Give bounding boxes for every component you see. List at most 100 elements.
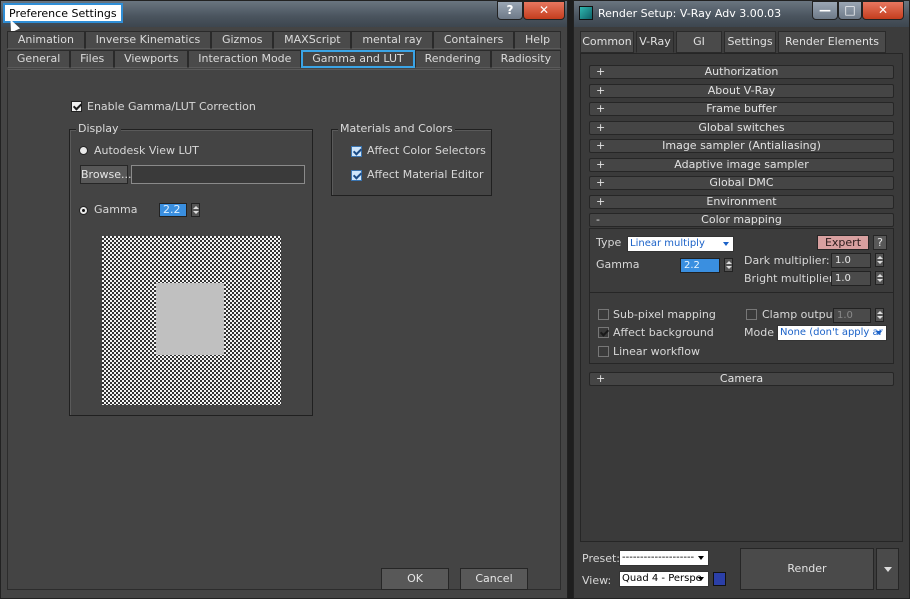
gamma-preview-swatch [156, 283, 224, 355]
lut-path-field[interactable] [131, 165, 305, 184]
rollout-frame-buffer[interactable]: + Frame buffer [589, 102, 894, 116]
dark-multiplier-spinner[interactable] [875, 253, 884, 267]
tab-radiosity[interactable]: Radiosity [490, 50, 562, 68]
view-label: View: [582, 574, 612, 587]
rollout-camera[interactable]: + Camera [589, 372, 894, 386]
render-dropdown-arrow-icon[interactable] [876, 548, 899, 590]
color-mapping-body: Type Linear multiply Expert ? Gamma 2.2 … [589, 228, 894, 364]
sub-pixel-checkbox[interactable] [598, 309, 609, 320]
rollout-environment[interactable]: + Environment [589, 194, 894, 209]
type-label: Type [596, 236, 622, 249]
cm-gamma-label: Gamma [596, 258, 640, 271]
display-group-label: Display [76, 122, 121, 135]
materials-colors-group: Materials and Colors Affect Color Select… [331, 122, 492, 196]
enable-gamma-label: Enable Gamma/LUT Correction [87, 100, 256, 113]
clamp-value[interactable]: 1.0 [833, 308, 871, 323]
render-tab-gi[interactable]: GI [676, 31, 722, 53]
dark-multiplier-value[interactable]: 1.0 [831, 253, 871, 268]
sub-pixel-label: Sub-pixel mapping [613, 308, 716, 321]
window-title: Preference Settings [3, 3, 123, 23]
title-bar[interactable]: Preference Settings ? ✕ [1, 1, 567, 27]
tab-row-2: General Files Viewports Interaction Mode Gam… [7, 50, 562, 68]
rollout-global-switches[interactable]: + Global switches [589, 120, 894, 135]
autodesk-lut-label: Autodesk View LUT [94, 144, 199, 157]
affect-color-selectors-label: Affect Color Selectors [367, 144, 486, 157]
bright-multiplier-label: Bright multiplier: [744, 272, 837, 285]
tab-help[interactable]: Help [514, 31, 561, 49]
affect-material-editor-checkbox[interactable] [351, 170, 362, 181]
enable-gamma-checkbox[interactable] [71, 101, 82, 112]
bright-multiplier-value[interactable]: 1.0 [831, 271, 871, 286]
render-window-title: Render Setup: V-Ray Adv 3.00.03 [598, 7, 782, 20]
tab-viewports[interactable]: Viewports [114, 50, 189, 68]
render-tabs: Common V-Ray GI Settings Render Elements [580, 31, 903, 53]
render-title-bar[interactable]: Render Setup: V-Ray Adv 3.00.03 — □ ✕ [574, 1, 909, 27]
rollout-image-sampler-antialiasing-[interactable]: + Image sampler (Antialiasing) [589, 139, 894, 153]
tab-gamma-and-lut[interactable]: Gamma and LUT [301, 50, 415, 68]
tab-containers[interactable]: Containers [433, 31, 515, 49]
minimize-button[interactable]: — [812, 1, 838, 20]
tab-files[interactable]: Files [70, 50, 115, 68]
browse-button[interactable]: Browse... [80, 165, 132, 184]
clamp-output-checkbox[interactable] [746, 309, 757, 320]
gamma-spinner[interactable] [191, 203, 200, 217]
affect-background-checkbox[interactable] [598, 327, 609, 338]
affect-color-selectors-checkbox[interactable] [351, 146, 362, 157]
help-button[interactable]: ? [497, 1, 523, 20]
tab-gizmos[interactable]: Gizmos [211, 31, 274, 49]
mode-dropdown[interactable]: None (don't apply ar [777, 325, 887, 341]
preference-settings-window: Preference Settings ? ✕ Animation Inverse… [0, 0, 568, 599]
tab-interaction-mode[interactable]: Interaction Mode [188, 50, 302, 68]
linear-workflow-label: Linear workflow [613, 345, 700, 358]
cancel-button[interactable]: Cancel [460, 568, 528, 590]
help-question-button[interactable]: ? [873, 235, 887, 250]
gamma-checker-preview [102, 236, 281, 405]
cm-gamma-value[interactable]: 2.2 [680, 258, 720, 273]
gamma-lut-panel: Enable Gamma/LUT Correction Display Auto… [7, 69, 561, 590]
close-button[interactable]: ✕ [523, 1, 565, 20]
preset-label: Preset: [582, 552, 621, 565]
gamma-value-field[interactable]: 2.2 [159, 203, 187, 217]
autodesk-lut-radio[interactable] [79, 146, 88, 155]
render-tab-settings[interactable]: Settings [724, 31, 776, 53]
bright-multiplier-spinner[interactable] [875, 271, 884, 285]
rollout-color-mapping[interactable]: - Color mapping [589, 213, 894, 227]
vray-panel: + Authorization + About V-Ray + Frame buffer +… [580, 53, 903, 542]
type-dropdown[interactable]: Linear multiply [627, 236, 734, 252]
gamma-label: Gamma [94, 203, 138, 216]
tab-animation[interactable]: Animation [7, 31, 85, 49]
tab-row-1: Animation Inverse Kinematics Gizmos MAXScri… [7, 31, 561, 49]
materials-colors-label: Materials and Colors [338, 122, 455, 135]
rollout-about-v-ray[interactable]: + About V-Ray [589, 83, 894, 98]
maximize-button[interactable]: □ [838, 1, 862, 20]
mode-label: Mode [744, 326, 774, 339]
tab-inverse-kinematics[interactable]: Inverse Kinematics [84, 31, 212, 49]
divider [590, 292, 893, 293]
preset-dropdown[interactable]: -------------------- [619, 550, 709, 566]
linear-workflow-checkbox[interactable] [598, 346, 609, 357]
render-button[interactable]: Render [740, 548, 874, 590]
render-tab-v-ray[interactable]: V-Ray [636, 31, 674, 53]
render-tab-render-elements[interactable]: Render Elements [778, 31, 886, 53]
dark-multiplier-label: Dark multiplier: [744, 254, 830, 267]
render-tab-common[interactable]: Common [580, 31, 634, 53]
rollout-global-dmc[interactable]: + Global DMC [589, 176, 894, 190]
clamp-spinner[interactable] [875, 308, 884, 322]
tab-rendering[interactable]: Rendering [414, 50, 491, 68]
affect-background-label: Affect background [613, 326, 714, 339]
gamma-radio[interactable] [79, 206, 88, 215]
affect-material-editor-label: Affect Material Editor [367, 168, 484, 181]
app-icon [579, 6, 593, 20]
render-close-button[interactable]: ✕ [862, 1, 904, 20]
view-dropdown[interactable]: Quad 4 - Perspe [619, 571, 709, 587]
render-setup-window: Render Setup: V-Ray Adv 3.00.03 — □ ✕ Co… [573, 0, 910, 599]
rollout-authorization[interactable]: + Authorization [589, 65, 894, 79]
tab-maxscript[interactable]: MAXScript [273, 31, 352, 49]
lock-icon[interactable] [713, 572, 726, 586]
expert-button[interactable]: Expert [817, 235, 869, 250]
rollout-adaptive-image-sampler[interactable]: + Adaptive image sampler [589, 157, 894, 172]
tab-general[interactable]: General [7, 50, 71, 68]
tab-mental-ray[interactable]: mental ray [351, 31, 433, 49]
ok-button[interactable]: OK [381, 568, 449, 590]
cm-gamma-spinner[interactable] [724, 258, 733, 272]
